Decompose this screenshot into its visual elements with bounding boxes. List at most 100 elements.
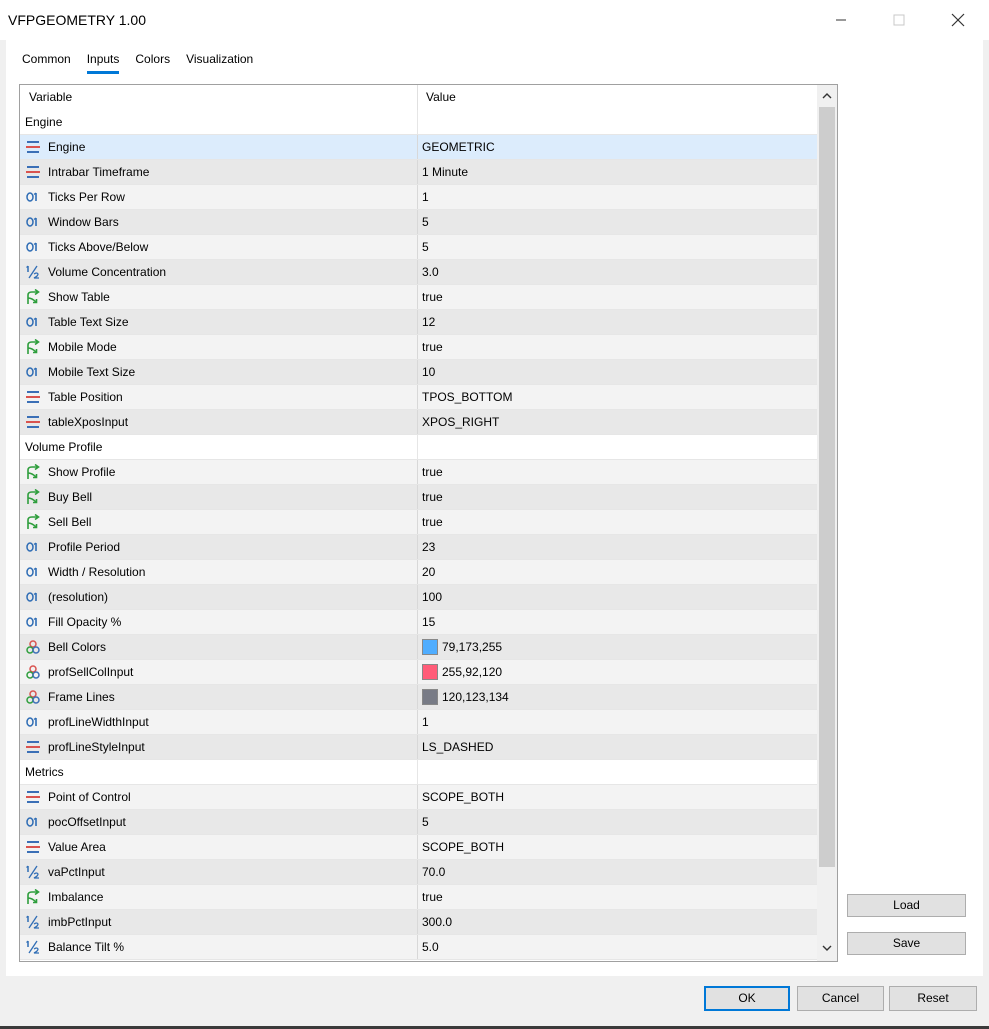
parameter-value[interactable]: true xyxy=(422,890,443,904)
parameter-row[interactable]: (resolution) 100 xyxy=(20,585,817,610)
parameter-value[interactable]: 255,92,120 xyxy=(442,665,502,679)
parameter-value-cell[interactable]: LS_DASHED xyxy=(418,735,817,759)
minimize-button[interactable] xyxy=(812,0,870,40)
parameter-row[interactable]: Point of Control SCOPE_BOTH xyxy=(20,785,817,810)
parameter-value[interactable]: 300.0 xyxy=(422,915,452,929)
parameter-row[interactable]: tableXposInput XPOS_RIGHT xyxy=(20,410,817,435)
tab-inputs[interactable]: Inputs xyxy=(79,48,128,74)
parameter-value[interactable]: 1 xyxy=(422,715,429,729)
parameter-value[interactable]: SCOPE_BOTH xyxy=(422,840,504,854)
reset-button[interactable]: Reset xyxy=(889,986,977,1011)
column-header-value[interactable]: Value xyxy=(418,85,817,110)
parameter-row[interactable]: imbPctInput 300.0 xyxy=(20,910,817,935)
parameter-value-cell[interactable]: 100 xyxy=(418,585,817,609)
parameter-value-cell[interactable]: XPOS_RIGHT xyxy=(418,410,817,434)
parameter-row[interactable]: Volume Concentration 3.0 xyxy=(20,260,817,285)
color-swatch[interactable] xyxy=(422,639,438,655)
parameter-row[interactable]: profLineStyleInput LS_DASHED xyxy=(20,735,817,760)
close-button[interactable] xyxy=(929,0,987,40)
parameter-value-cell[interactable]: 1 xyxy=(418,710,817,734)
group-header-row[interactable]: Volume Profile xyxy=(20,435,817,460)
parameter-value[interactable]: true xyxy=(422,290,443,304)
parameter-row[interactable]: Show Profile true xyxy=(20,460,817,485)
parameter-value-cell[interactable]: SCOPE_BOTH xyxy=(418,785,817,809)
parameter-row[interactable]: profLineWidthInput 1 xyxy=(20,710,817,735)
parameter-value-cell[interactable]: true xyxy=(418,285,817,309)
parameter-value-cell[interactable]: 15 xyxy=(418,610,817,634)
parameter-value-cell[interactable]: 120,123,134 xyxy=(418,685,817,709)
parameter-row[interactable]: Profile Period 23 xyxy=(20,535,817,560)
parameter-row[interactable]: Show Table true xyxy=(20,285,817,310)
parameter-value-cell[interactable]: 300.0 xyxy=(418,910,817,934)
parameter-value-cell[interactable]: true xyxy=(418,335,817,359)
parameter-value-cell[interactable]: 5 xyxy=(418,810,817,834)
parameter-value-cell[interactable]: 12 xyxy=(418,310,817,334)
parameter-row[interactable]: Window Bars 5 xyxy=(20,210,817,235)
vertical-scrollbar[interactable] xyxy=(817,85,837,961)
parameter-value-cell[interactable]: 1 xyxy=(418,185,817,209)
parameter-value[interactable]: 1 Minute xyxy=(422,165,468,179)
parameter-value[interactable]: 23 xyxy=(422,540,435,554)
parameter-value[interactable]: 3.0 xyxy=(422,265,439,279)
parameter-value[interactable]: GEOMETRIC xyxy=(422,140,495,154)
column-header-variable[interactable]: Variable xyxy=(20,85,418,110)
parameter-value[interactable]: XPOS_RIGHT xyxy=(422,415,499,429)
parameter-row[interactable]: Balance Tilt % 5.0 xyxy=(20,935,817,960)
parameter-row[interactable]: Value Area SCOPE_BOTH xyxy=(20,835,817,860)
parameter-row[interactable]: Table Text Size 12 xyxy=(20,310,817,335)
scrollbar-thumb[interactable] xyxy=(819,107,835,867)
cancel-button[interactable]: Cancel xyxy=(797,986,884,1011)
parameter-value[interactable]: 15 xyxy=(422,615,435,629)
parameter-value-cell[interactable]: TPOS_BOTTOM xyxy=(418,385,817,409)
parameter-row[interactable]: Fill Opacity % 15 xyxy=(20,610,817,635)
parameter-value-cell[interactable]: GEOMETRIC xyxy=(418,135,817,159)
parameter-value-cell[interactable]: 5 xyxy=(418,210,817,234)
parameter-value-cell[interactable]: 23 xyxy=(418,535,817,559)
load-button[interactable]: Load xyxy=(847,894,966,917)
parameter-row[interactable]: Table Position TPOS_BOTTOM xyxy=(20,385,817,410)
parameter-value-cell[interactable]: true xyxy=(418,885,817,909)
parameter-row[interactable]: vaPctInput 70.0 xyxy=(20,860,817,885)
parameter-row[interactable]: Bell Colors 79,173,255 xyxy=(20,635,817,660)
parameter-row[interactable]: Frame Lines 120,123,134 xyxy=(20,685,817,710)
parameter-value[interactable]: true xyxy=(422,515,443,529)
color-swatch[interactable] xyxy=(422,689,438,705)
parameter-value[interactable]: 1 xyxy=(422,190,429,204)
parameter-value-cell[interactable]: SCOPE_BOTH xyxy=(418,835,817,859)
group-header-row[interactable]: Metrics xyxy=(20,760,817,785)
tab-colors[interactable]: Colors xyxy=(127,48,178,72)
parameter-value-cell[interactable]: 70.0 xyxy=(418,860,817,884)
parameter-row[interactable]: Intrabar Timeframe 1 Minute xyxy=(20,160,817,185)
save-button[interactable]: Save xyxy=(847,932,966,955)
ok-button[interactable]: OK xyxy=(704,986,790,1011)
parameter-value[interactable]: 5 xyxy=(422,815,429,829)
parameter-value[interactable]: 120,123,134 xyxy=(442,690,509,704)
parameter-value[interactable]: LS_DASHED xyxy=(422,740,493,754)
parameter-value[interactable]: TPOS_BOTTOM xyxy=(422,390,512,404)
parameter-row[interactable]: pocOffsetInput 5 xyxy=(20,810,817,835)
tab-visualization[interactable]: Visualization xyxy=(178,48,261,72)
parameter-row[interactable]: Ticks Above/Below 5 xyxy=(20,235,817,260)
parameter-value[interactable]: 5 xyxy=(422,240,429,254)
parameter-value[interactable]: 79,173,255 xyxy=(442,640,502,654)
parameter-row[interactable]: Mobile Text Size 10 xyxy=(20,360,817,385)
parameter-value[interactable]: 20 xyxy=(422,565,435,579)
parameter-value[interactable]: SCOPE_BOTH xyxy=(422,790,504,804)
parameter-value-cell[interactable]: 10 xyxy=(418,360,817,384)
parameter-value-cell[interactable]: 1 Minute xyxy=(418,160,817,184)
parameter-row[interactable]: Ticks Per Row 1 xyxy=(20,185,817,210)
parameter-value-cell[interactable]: 255,92,120 xyxy=(418,660,817,684)
parameter-value[interactable]: 100 xyxy=(422,590,442,604)
parameter-row[interactable]: profSellColInput 255,92,120 xyxy=(20,660,817,685)
parameter-row[interactable]: Engine GEOMETRIC xyxy=(20,135,817,160)
scroll-up-arrow[interactable] xyxy=(817,86,837,106)
parameter-row[interactable]: Buy Bell true xyxy=(20,485,817,510)
parameter-value[interactable]: 12 xyxy=(422,315,435,329)
parameter-value-cell[interactable]: 5.0 xyxy=(418,935,817,959)
parameter-row[interactable]: Width / Resolution 20 xyxy=(20,560,817,585)
parameter-row[interactable]: Sell Bell true xyxy=(20,510,817,535)
parameter-value-cell[interactable]: 20 xyxy=(418,560,817,584)
group-header-row[interactable]: Engine xyxy=(20,110,817,135)
parameter-value[interactable]: 10 xyxy=(422,365,435,379)
parameter-value-cell[interactable]: 5 xyxy=(418,235,817,259)
